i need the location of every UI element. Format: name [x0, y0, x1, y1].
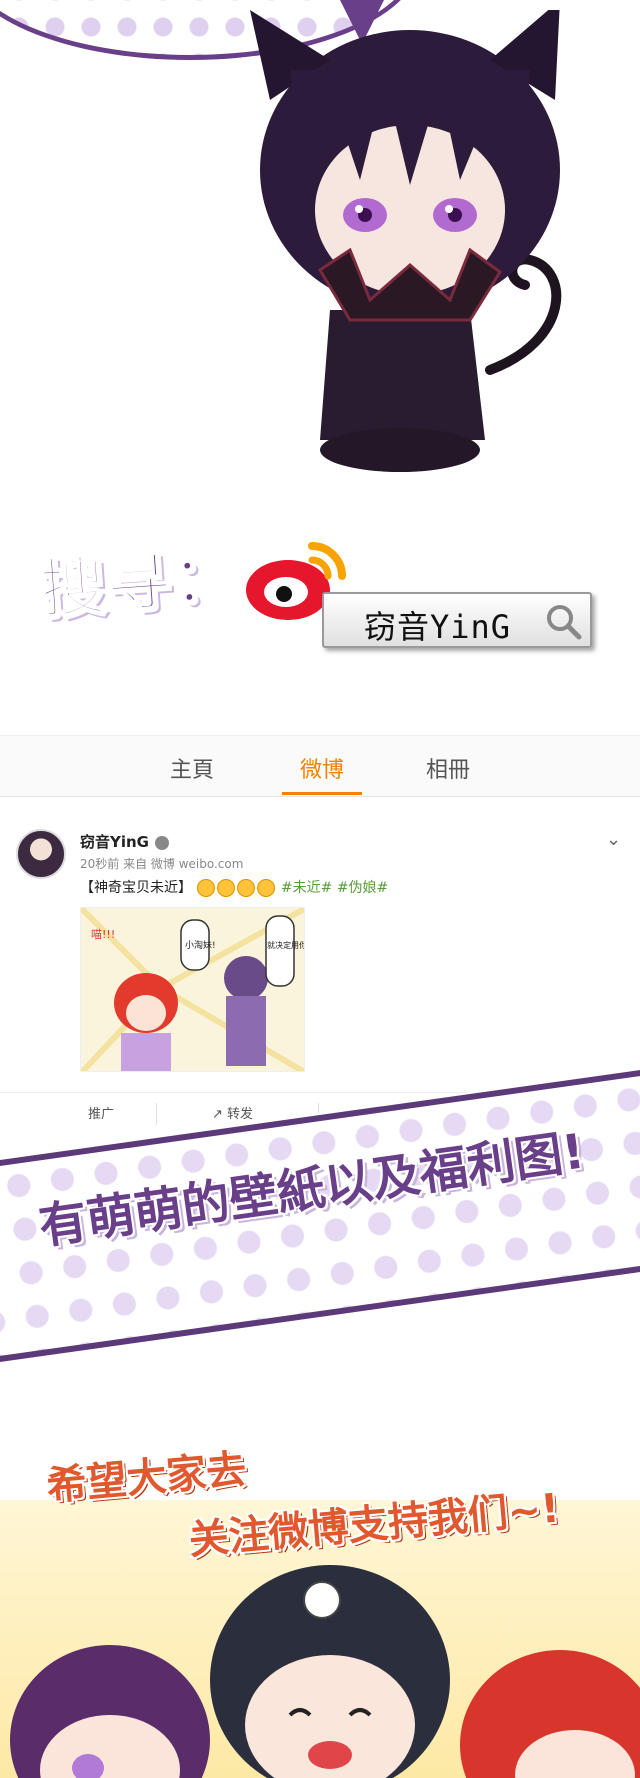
search-input[interactable]: 窃音YinG: [322, 592, 592, 648]
follow-line-1: 希望大家去: [44, 1446, 249, 1510]
search-banner: 搜寻： 窃音YinG: [0, 480, 640, 725]
chevron-down-icon[interactable]: ⌄: [606, 829, 621, 850]
tab-weibo[interactable]: 微博: [272, 752, 372, 784]
wallpaper-banner: 有萌萌的壁紙以及福利图!: [0, 1060, 640, 1420]
verify-icon: [155, 835, 169, 850]
tab-albums[interactable]: 相冊: [398, 752, 498, 784]
image-text-meow: 喵!!!: [91, 928, 115, 941]
post-meta: 20秒前 来自 微博 weibo.com: [80, 857, 244, 871]
profile-tabs: 主頁 微博 相冊: [0, 735, 640, 797]
post-image-art: 喵!!! 小淘妹! 就决定用你了!: [81, 908, 305, 1071]
avatar[interactable]: [16, 829, 66, 879]
active-tab-indicator: [282, 792, 362, 795]
cat-boy-illustration: [250, 10, 562, 472]
search-label: 搜寻：: [37, 539, 242, 629]
post-author-name: 窃音YinG: [80, 833, 149, 851]
post-author[interactable]: 窃音YinG: [80, 831, 169, 852]
laugh-emoji-icon: [217, 879, 236, 897]
laugh-emoji-icon: [257, 879, 276, 897]
post-tag[interactable]: #伪娘#: [337, 880, 388, 896]
chibi-group-illustration: [10, 1565, 640, 1778]
image-text-choose: 就决定用你了!: [267, 940, 305, 950]
search-icon[interactable]: [544, 602, 582, 640]
laugh-emoji-icon: [237, 879, 256, 897]
image-text-kitty: 小淘妹!: [185, 939, 216, 951]
post-image[interactable]: 喵!!! 小淘妹! 就决定用你了!: [80, 907, 305, 1072]
post-text: 【神奇宝贝未近】 #未近# #伪娘#: [80, 877, 388, 897]
search-query: 窃音YinG: [364, 608, 512, 646]
laugh-emoji-icon: [197, 879, 216, 897]
post-title: 【神奇宝贝未近】: [80, 880, 192, 896]
follow-banner: 希望大家去 关注微博支持我们~!: [0, 1420, 640, 1778]
top-illustration: [0, 0, 640, 480]
post-tag[interactable]: #未近#: [281, 880, 332, 896]
tab-home[interactable]: 主頁: [142, 752, 242, 784]
